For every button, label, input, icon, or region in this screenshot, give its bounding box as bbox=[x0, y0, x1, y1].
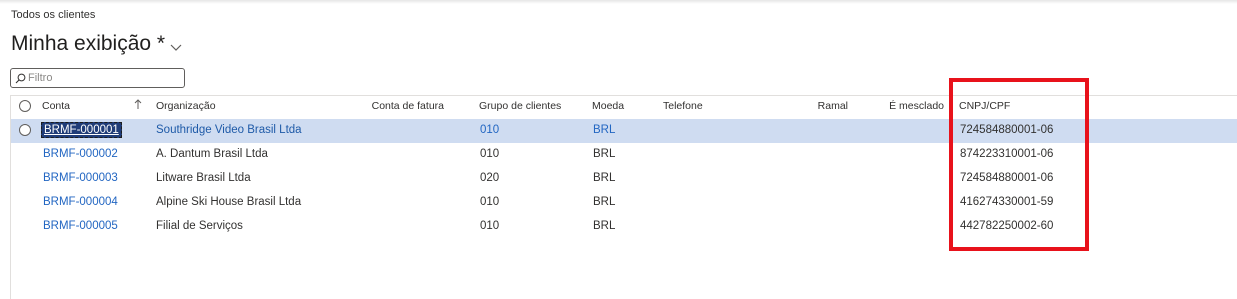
column-header-grupo[interactable]: Grupo de clientes bbox=[479, 100, 561, 112]
currency-cell: BRL bbox=[593, 172, 616, 184]
page-title: Minha exibição * bbox=[11, 32, 166, 55]
organization-cell: Filial de Serviços bbox=[156, 220, 243, 232]
select-all-radio[interactable] bbox=[19, 100, 31, 112]
filter-input[interactable] bbox=[28, 72, 178, 84]
search-icon bbox=[15, 73, 26, 83]
currency-cell: BRL bbox=[593, 220, 616, 232]
column-header-organizacao[interactable]: Organização bbox=[156, 100, 216, 112]
organization-cell: Litware Brasil Ltda bbox=[156, 172, 251, 184]
row-select-radio[interactable] bbox=[19, 124, 31, 136]
column-header-ramal[interactable]: Ramal bbox=[791, 100, 848, 112]
customer-group-cell: 020 bbox=[480, 172, 500, 184]
cnpj-column-highlight bbox=[949, 78, 1089, 251]
customer-group-cell: 010 bbox=[480, 148, 500, 160]
currency-cell: BRL bbox=[593, 148, 616, 160]
organization-cell: Alpine Ski House Brasil Ltda bbox=[156, 196, 302, 208]
column-header-telefone[interactable]: Telefone bbox=[663, 100, 703, 112]
breadcrumb[interactable]: Todos os clientes bbox=[11, 9, 95, 21]
organization-cell: A. Dantum Brasil Ltda bbox=[156, 148, 268, 160]
column-header-moeda[interactable]: Moeda bbox=[592, 100, 624, 112]
account-link[interactable]: BRMF-000001 bbox=[41, 122, 122, 138]
top-shadow bbox=[0, 0, 1237, 4]
column-header-conta-fatura[interactable]: Conta de fatura bbox=[351, 100, 444, 112]
currency-cell[interactable]: BRL bbox=[593, 124, 615, 136]
view-selector[interactable]: Minha exibição * bbox=[11, 30, 182, 58]
account-link[interactable]: BRMF-000005 bbox=[43, 220, 118, 232]
filter-field[interactable] bbox=[10, 68, 185, 88]
currency-cell: BRL bbox=[593, 196, 616, 208]
customer-group-cell: 010 bbox=[480, 220, 500, 232]
chevron-down-icon bbox=[170, 34, 182, 58]
customer-group-cell[interactable]: 010 bbox=[480, 124, 499, 136]
account-link[interactable]: BRMF-000002 bbox=[43, 148, 118, 160]
sort-ascending-icon[interactable] bbox=[134, 99, 142, 110]
account-link[interactable]: BRMF-000004 bbox=[43, 196, 118, 208]
column-header-conta[interactable]: Conta bbox=[42, 100, 70, 112]
column-header-mesclado[interactable]: É mesclado bbox=[871, 100, 944, 112]
customer-group-cell: 010 bbox=[480, 196, 500, 208]
organization-cell[interactable]: Southridge Video Brasil Ltda bbox=[156, 124, 302, 136]
account-link[interactable]: BRMF-000003 bbox=[43, 172, 118, 184]
